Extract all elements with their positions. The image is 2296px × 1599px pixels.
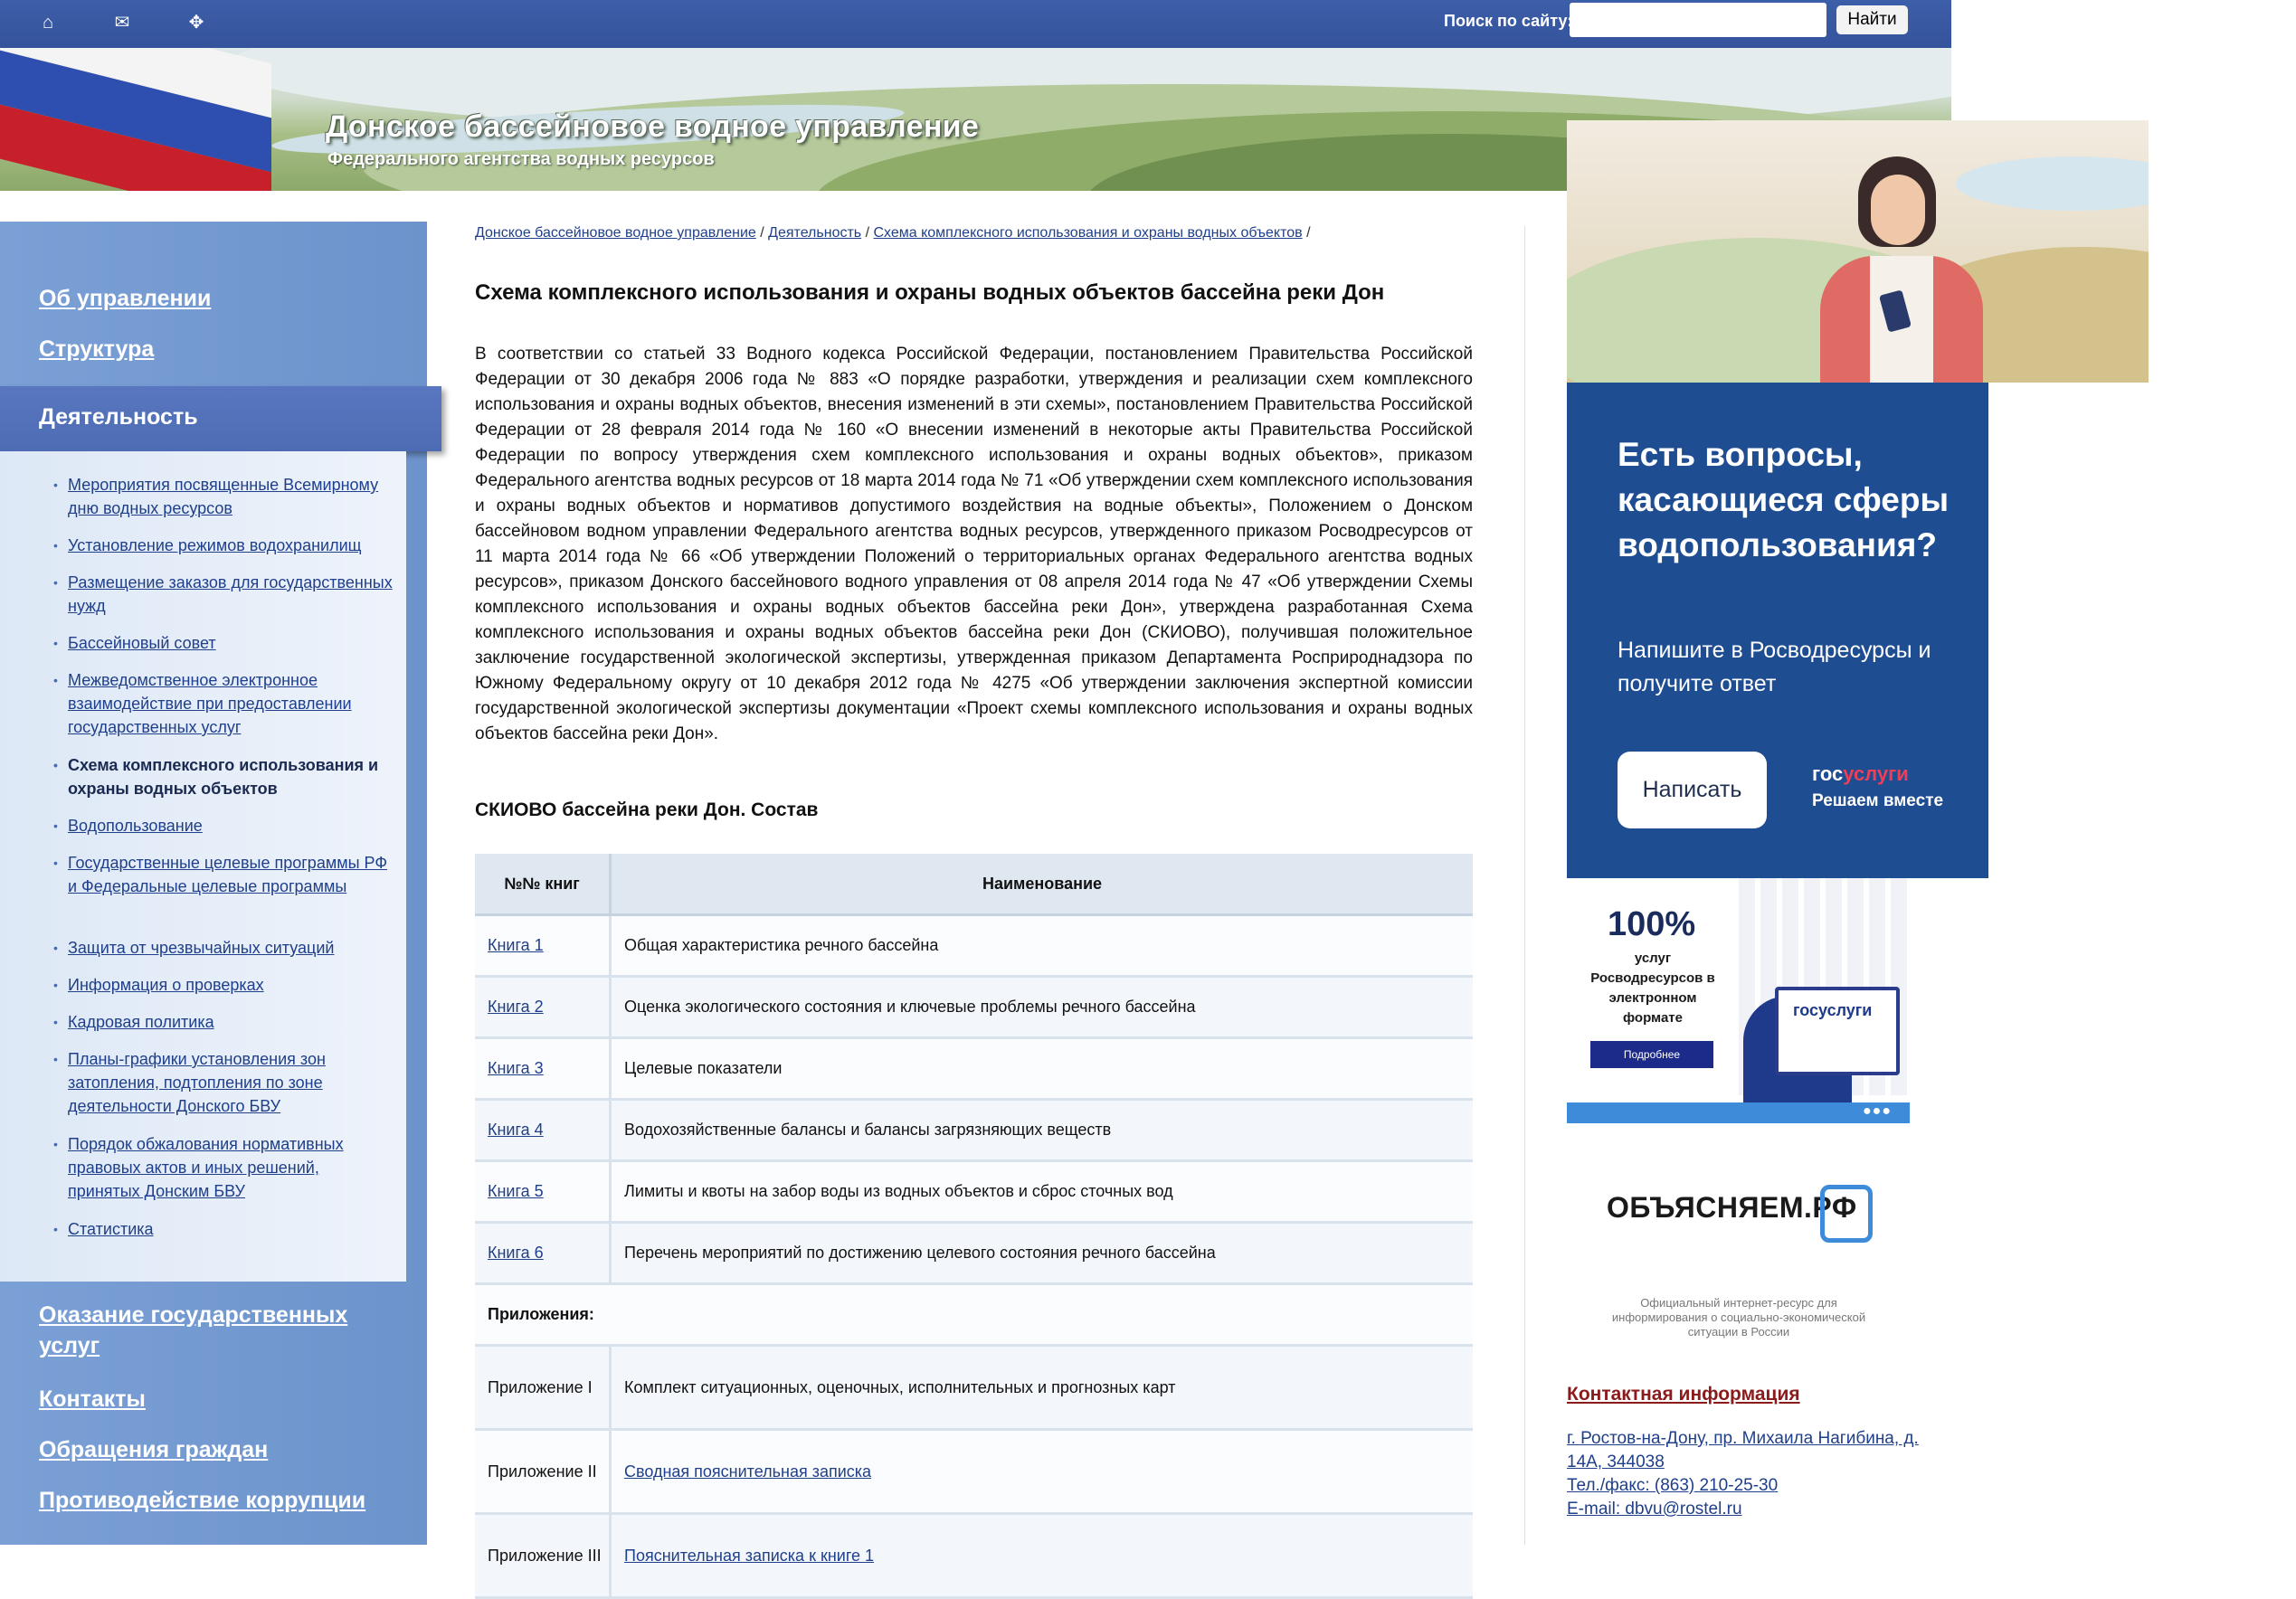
book-link[interactable]: Книга 4 xyxy=(488,1121,544,1139)
book-name: Перечень мероприятий по достижению целев… xyxy=(610,1222,1473,1285)
table-row: Книга 1 Общая характеристика речного бас… xyxy=(475,914,1473,978)
book-name: Лимиты и квоты на забор воды из водных о… xyxy=(610,1160,1473,1224)
breadcrumb-link[interactable]: Схема комплексного использования и охран… xyxy=(873,225,1302,241)
gosuslugi-tagline: Решаем вместе xyxy=(1812,791,1944,810)
books-table: №№ книг Наименование Книга 1 Общая харак… xyxy=(475,854,1473,1599)
mail-icon[interactable]: ✉ xyxy=(110,11,134,34)
chat-bubble-icon xyxy=(1820,1185,1873,1243)
gosuslugi-logo[interactable]: госуслуги xyxy=(1812,762,1909,786)
subnav-item[interactable]: • Защита от чрезвычайных ситуаций xyxy=(53,936,394,960)
book-link[interactable]: Книга 3 xyxy=(488,1059,544,1077)
nav-about[interactable]: Об управлении xyxy=(39,283,211,314)
site-title[interactable]: Донское бассейновое водное управление xyxy=(326,109,979,145)
more-button[interactable]: Подробнее xyxy=(1590,1041,1713,1068)
nav-activity-label: Деятельность xyxy=(39,404,198,430)
table-header-row: №№ книг Наименование xyxy=(475,854,1473,916)
nav-structure[interactable]: Структура xyxy=(39,334,154,364)
subnav-item[interactable]: • Мероприятия посвященные Всемирному дню … xyxy=(53,473,394,520)
nav-anticorruption[interactable]: Противодействие коррупции xyxy=(39,1485,365,1516)
breadcrumb-separator: / xyxy=(865,225,870,241)
appendix-number: Приложение II xyxy=(475,1429,612,1515)
table-row: Приложение II Сводная пояснительная запи… xyxy=(475,1429,1473,1515)
column-divider xyxy=(1524,226,1525,1545)
table-row: Книга 2 Оценка экологического состояния … xyxy=(475,976,1473,1039)
breadcrumb-separator: / xyxy=(760,225,764,241)
eservices-text: услуг Росводресурсов в электронном форма… xyxy=(1590,951,1715,1026)
intro-paragraph: В соответствии со статьей 33 Водного код… xyxy=(475,345,1473,743)
contact-phone[interactable]: Тел./факс: (863) 210-25-30 xyxy=(1567,1474,1929,1498)
subnav-item[interactable]: • Планы-графики установления зон затоплен… xyxy=(53,1047,394,1118)
book-name: Целевые показатели xyxy=(610,1037,1473,1101)
write-button[interactable]: Написать xyxy=(1618,752,1767,828)
appendix-link[interactable]: Сводная пояснительная записка xyxy=(624,1462,871,1481)
gosuslugi-screen-logo: госуслуги xyxy=(1793,1001,1873,1019)
book-name: Водохозяйственные балансы и балансы загр… xyxy=(610,1099,1473,1162)
contact-info-title[interactable]: Контактная информация xyxy=(1567,1384,1800,1405)
subnav-item[interactable]: • Бассейновый совет xyxy=(53,631,394,655)
woman-illustration xyxy=(1820,156,1983,383)
subnav-item[interactable]: • Водопользование xyxy=(53,814,394,837)
search-input[interactable] xyxy=(1570,3,1826,37)
obyasnyaem-description: Официальный интернет-ресурс для информир… xyxy=(1611,1296,1866,1339)
contact-block: г. Ростов-на-Дону, пр. Михаила Нагибина,… xyxy=(1567,1427,1929,1521)
search-button[interactable]: Найти xyxy=(1836,5,1908,34)
appendix-name: Комплект ситуационных, оценочных, исполн… xyxy=(610,1345,1473,1431)
breadcrumb-link[interactable]: Донское бассейновое водное управление xyxy=(475,225,756,241)
subnav-item[interactable]: • Статистика xyxy=(53,1217,394,1241)
breadcrumb-separator: / xyxy=(1306,225,1311,241)
subnav-item[interactable]: • Размещение заказов для государственных … xyxy=(53,571,394,618)
table-row: Приложение I Комплект ситуационных, оцен… xyxy=(475,1345,1473,1431)
column-header: №№ книг xyxy=(475,854,612,916)
promo-heading: Есть вопросы, касающиеся сферы водопольз… xyxy=(1618,436,1950,563)
subnav-item[interactable]: • Информация о проверках xyxy=(53,973,394,997)
promo-bar: ●●● xyxy=(1567,1102,1910,1123)
top-bar: ⌂ ✉ ✥ Поиск по сайту: Найти xyxy=(0,0,1951,48)
search-label: Поиск по сайту: xyxy=(1444,12,1573,30)
table-row: Приложение III Пояснительная записка к к… xyxy=(475,1513,1473,1599)
appendix-number: Приложение III xyxy=(475,1513,612,1599)
subnav-item-current[interactable]: • Схема комплексного использования и охра… xyxy=(53,753,394,800)
book-name: Оценка экологического состояния и ключев… xyxy=(610,976,1473,1039)
book-link[interactable]: Книга 1 xyxy=(488,936,544,954)
appendix-label-row: Приложения: xyxy=(475,1283,1473,1347)
book-link[interactable]: Книга 2 xyxy=(488,998,544,1016)
breadcrumb-link[interactable]: Деятельность xyxy=(768,225,861,241)
home-icon[interactable]: ⌂ xyxy=(36,11,60,34)
book-link[interactable]: Книга 6 xyxy=(488,1244,544,1262)
contact-email[interactable]: E-mail: dbvu@rostel.ru xyxy=(1567,1498,1929,1521)
eservices-promo[interactable]: 100% услуг Росводресурсов в электронном … xyxy=(1567,878,1910,1123)
book-name: Общая характеристика речного бассейна xyxy=(610,914,1473,978)
subnav-item[interactable]: • Государственные целевые программы РФ и … xyxy=(53,851,394,898)
table-title: СКИОВО бассейна реки Дон. Состав xyxy=(475,800,819,820)
sitemap-icon[interactable]: ✥ xyxy=(185,11,208,34)
table-row: Книга 4 Водохозяйственные балансы и бала… xyxy=(475,1099,1473,1162)
laptop-screen: госуслуги xyxy=(1775,987,1900,1075)
contact-address[interactable]: г. Ростов-на-Дону, пр. Михаила Нагибина,… xyxy=(1567,1427,1929,1474)
nav-gov-services[interactable]: Оказание государственных услуг xyxy=(39,1300,401,1361)
feedback-promo: Есть вопросы, касающиеся сферы водопольз… xyxy=(1567,383,1988,878)
appendix-link[interactable]: Пояснительная записка к книге 1 xyxy=(624,1547,874,1565)
table-row: Книга 6 Перечень мероприятий по достижен… xyxy=(475,1222,1473,1285)
percent-value: 100% xyxy=(1608,905,1696,943)
promo-illustration[interactable] xyxy=(1567,120,2149,383)
table-row: Книга 5 Лимиты и квоты на забор воды из … xyxy=(475,1160,1473,1224)
nav-contacts[interactable]: Контакты xyxy=(39,1384,146,1414)
site-subtitle: Федерального агентства водных ресурсов xyxy=(327,149,715,169)
appendix-number: Приложение I xyxy=(475,1345,612,1431)
subnav-item[interactable]: • Кадровая политика xyxy=(53,1010,394,1034)
nav-appeals[interactable]: Обращения граждан xyxy=(39,1434,268,1465)
sidebar-subnav: • Мероприятия посвященные Всемирному дню … xyxy=(0,451,406,1282)
subnav-item[interactable]: • Порядок обжалования нормативных правовы… xyxy=(53,1132,394,1203)
subnav-item[interactable]: • Установление режимов водохранилищ xyxy=(53,534,394,557)
page-title: Схема комплексного использования и охран… xyxy=(475,280,1385,305)
book-link[interactable]: Книга 5 xyxy=(488,1182,544,1200)
table-row: Книга 3 Целевые показатели xyxy=(475,1037,1473,1101)
breadcrumb: Донское бассейновое водное управление / … xyxy=(475,225,1311,241)
russian-flag-image xyxy=(0,48,271,191)
nav-activity-active[interactable]: Деятельность xyxy=(0,386,441,451)
subnav-item[interactable]: • Межведомственное электронное взаимодейс… xyxy=(53,668,394,739)
column-header: Наименование xyxy=(610,854,1473,916)
promo-text: Напишите в Росводресурсы и получите отве… xyxy=(1618,638,1931,696)
appendix-label: Приложения: xyxy=(475,1283,1473,1347)
